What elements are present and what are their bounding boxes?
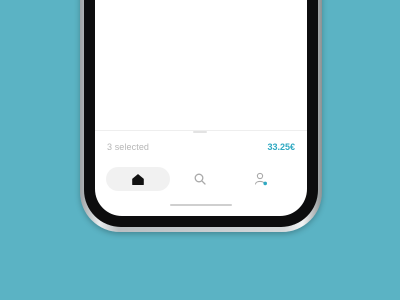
- home-indicator: [170, 204, 232, 206]
- tab-profile[interactable]: [241, 167, 281, 191]
- profile-icon: [254, 172, 267, 186]
- tab-search[interactable]: [180, 167, 220, 191]
- bottom-sheet-handle[interactable]: [193, 131, 207, 133]
- selection-summary: 3 selected 33.25€: [107, 142, 295, 156]
- total-price: 33.25€: [267, 142, 295, 152]
- home-icon: [132, 173, 144, 185]
- stage: 3 selected 33.25€: [0, 0, 400, 300]
- selected-count-label: 3 selected: [107, 142, 150, 152]
- notification-dot-icon: [263, 181, 267, 186]
- search-icon: [194, 173, 206, 185]
- content-area: [95, 0, 307, 130]
- bottom-tab-bar: [95, 167, 307, 193]
- phone-screen: 3 selected 33.25€: [95, 0, 307, 216]
- tab-home[interactable]: [106, 167, 170, 191]
